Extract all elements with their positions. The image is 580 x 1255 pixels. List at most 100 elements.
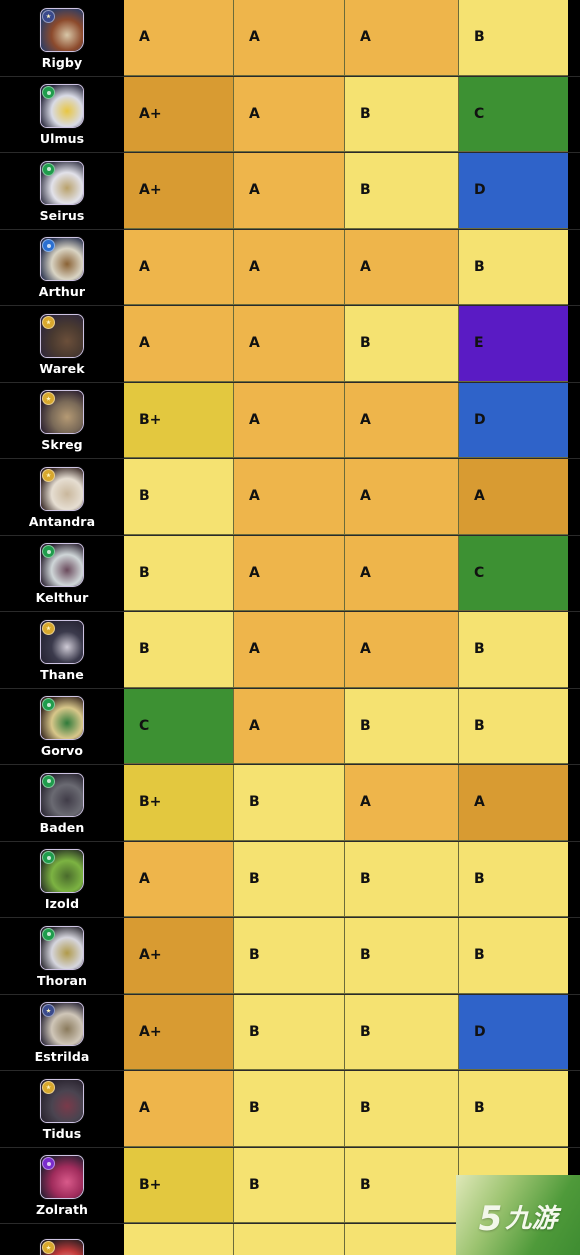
grade-cell[interactable]: A bbox=[124, 229, 234, 305]
grade-cell[interactable] bbox=[234, 1224, 345, 1255]
grade-cell[interactable]: B bbox=[234, 765, 345, 841]
grade-cell[interactable]: C bbox=[459, 535, 568, 611]
character-portrait-icon[interactable] bbox=[40, 696, 84, 741]
character-portrait-icon[interactable] bbox=[40, 1239, 84, 1255]
character-portrait-icon[interactable] bbox=[40, 7, 84, 52]
grade-cell[interactable]: D bbox=[459, 382, 568, 458]
character-cell[interactable]: Kelthur bbox=[0, 535, 124, 611]
grade-cell[interactable]: B bbox=[124, 459, 234, 535]
grade-cell[interactable]: B bbox=[345, 994, 459, 1070]
character-cell[interactable]: Warek bbox=[0, 306, 124, 382]
character-cell[interactable]: Thane bbox=[0, 612, 124, 688]
character-cell[interactable]: Zolrath bbox=[0, 1147, 124, 1223]
grade-cell[interactable]: A bbox=[234, 153, 345, 229]
grade-cell[interactable]: D bbox=[459, 153, 568, 229]
grade-cell[interactable]: A bbox=[345, 765, 459, 841]
table-row[interactable]: Skreg B+ A A D bbox=[0, 382, 580, 459]
table-row[interactable]: Seirus A+ A B D bbox=[0, 153, 580, 230]
character-portrait-icon[interactable] bbox=[40, 84, 84, 129]
grade-cell[interactable]: B+ bbox=[124, 765, 234, 841]
table-row[interactable]: Thane B A A B bbox=[0, 612, 580, 689]
grade-cell[interactable]: A bbox=[345, 382, 459, 458]
grade-cell[interactable]: A bbox=[459, 459, 568, 535]
character-cell[interactable]: Seirus bbox=[0, 153, 124, 229]
grade-cell[interactable]: A bbox=[234, 0, 345, 76]
grade-cell[interactable]: A bbox=[234, 688, 345, 764]
grade-cell[interactable]: C bbox=[459, 76, 568, 152]
table-row[interactable]: Rigby A A A B bbox=[0, 0, 580, 77]
grade-cell[interactable]: B bbox=[345, 1147, 459, 1223]
grade-cell[interactable]: B bbox=[459, 0, 568, 76]
grade-cell[interactable]: A+ bbox=[124, 918, 234, 994]
character-portrait-icon[interactable] bbox=[40, 543, 84, 588]
character-portrait-icon[interactable] bbox=[40, 925, 84, 970]
grade-cell[interactable]: A+ bbox=[124, 994, 234, 1070]
table-row[interactable]: Thoran A+ B B B bbox=[0, 918, 580, 995]
character-cell[interactable]: Arthur bbox=[0, 229, 124, 305]
character-cell[interactable]: Gorvo bbox=[0, 688, 124, 764]
grade-cell[interactable]: B bbox=[234, 1071, 345, 1147]
character-portrait-icon[interactable] bbox=[40, 1155, 84, 1200]
grade-cell[interactable]: B bbox=[459, 612, 568, 688]
table-row[interactable]: Kelthur B A A C bbox=[0, 535, 580, 612]
grade-cell[interactable]: B bbox=[345, 688, 459, 764]
grade-cell[interactable]: B bbox=[124, 612, 234, 688]
grade-cell[interactable]: A bbox=[234, 229, 345, 305]
character-cell[interactable]: Antandra bbox=[0, 459, 124, 535]
table-row[interactable]: Arthur A A A B bbox=[0, 229, 580, 306]
grade-cell[interactable]: B bbox=[345, 153, 459, 229]
grade-cell[interactable]: B bbox=[234, 994, 345, 1070]
character-portrait-icon[interactable] bbox=[40, 466, 84, 511]
table-row[interactable]: Ulmus A+ A B C bbox=[0, 76, 580, 153]
grade-cell[interactable]: A+ bbox=[124, 153, 234, 229]
grade-cell[interactable]: E bbox=[459, 306, 568, 382]
grade-cell[interactable]: A bbox=[345, 612, 459, 688]
grade-cell[interactable]: A bbox=[124, 841, 234, 917]
character-portrait-icon[interactable] bbox=[40, 1078, 84, 1123]
character-portrait-icon[interactable] bbox=[40, 160, 84, 205]
grade-cell[interactable]: A+ bbox=[124, 76, 234, 152]
grade-cell[interactable]: A bbox=[234, 306, 345, 382]
table-row[interactable]: Baden B+ B A A bbox=[0, 765, 580, 842]
character-cell[interactable]: Thoran bbox=[0, 918, 124, 994]
grade-cell[interactable]: A bbox=[459, 765, 568, 841]
grade-cell[interactable]: B bbox=[234, 1147, 345, 1223]
grade-cell[interactable]: B bbox=[345, 76, 459, 152]
grade-cell[interactable]: B bbox=[345, 306, 459, 382]
character-portrait-icon[interactable] bbox=[40, 772, 84, 817]
grade-cell[interactable]: B bbox=[459, 918, 568, 994]
grade-cell[interactable]: A bbox=[345, 535, 459, 611]
table-row[interactable] bbox=[0, 1224, 580, 1255]
character-cell[interactable]: Ulmus bbox=[0, 76, 124, 152]
character-cell[interactable]: Skreg bbox=[0, 382, 124, 458]
grade-cell[interactable]: A bbox=[234, 535, 345, 611]
grade-cell[interactable]: A bbox=[234, 459, 345, 535]
grade-cell[interactable]: B bbox=[345, 918, 459, 994]
grade-cell[interactable]: B bbox=[459, 1071, 568, 1147]
grade-cell[interactable] bbox=[459, 1224, 568, 1255]
table-row[interactable]: Izold A B B B bbox=[0, 841, 580, 918]
character-portrait-icon[interactable] bbox=[40, 619, 84, 664]
grade-cell[interactable]: B bbox=[459, 688, 568, 764]
character-portrait-icon[interactable] bbox=[40, 237, 84, 282]
grade-cell[interactable] bbox=[124, 1224, 234, 1255]
grade-cell[interactable]: A bbox=[234, 382, 345, 458]
character-cell[interactable]: Izold bbox=[0, 841, 124, 917]
grade-cell[interactable]: A bbox=[345, 229, 459, 305]
table-row[interactable]: Zolrath B+ B B B bbox=[0, 1147, 580, 1224]
grade-cell[interactable] bbox=[345, 1224, 459, 1255]
grade-cell[interactable]: B bbox=[345, 1071, 459, 1147]
grade-cell[interactable]: A bbox=[124, 1071, 234, 1147]
table-row[interactable]: Gorvo C A B B bbox=[0, 688, 580, 765]
grade-cell[interactable]: B bbox=[124, 535, 234, 611]
grade-cell[interactable]: A bbox=[345, 459, 459, 535]
grade-cell[interactable]: A bbox=[234, 76, 345, 152]
character-cell[interactable]: Tidus bbox=[0, 1071, 124, 1147]
grade-cell[interactable]: B bbox=[459, 841, 568, 917]
grade-cell[interactable]: C bbox=[124, 688, 234, 764]
grade-cell[interactable]: B bbox=[345, 841, 459, 917]
grade-cell[interactable]: A bbox=[124, 0, 234, 76]
character-cell[interactable]: Rigby bbox=[0, 0, 124, 76]
table-row[interactable]: Antandra B A A A bbox=[0, 459, 580, 536]
grade-cell[interactable]: A bbox=[234, 612, 345, 688]
